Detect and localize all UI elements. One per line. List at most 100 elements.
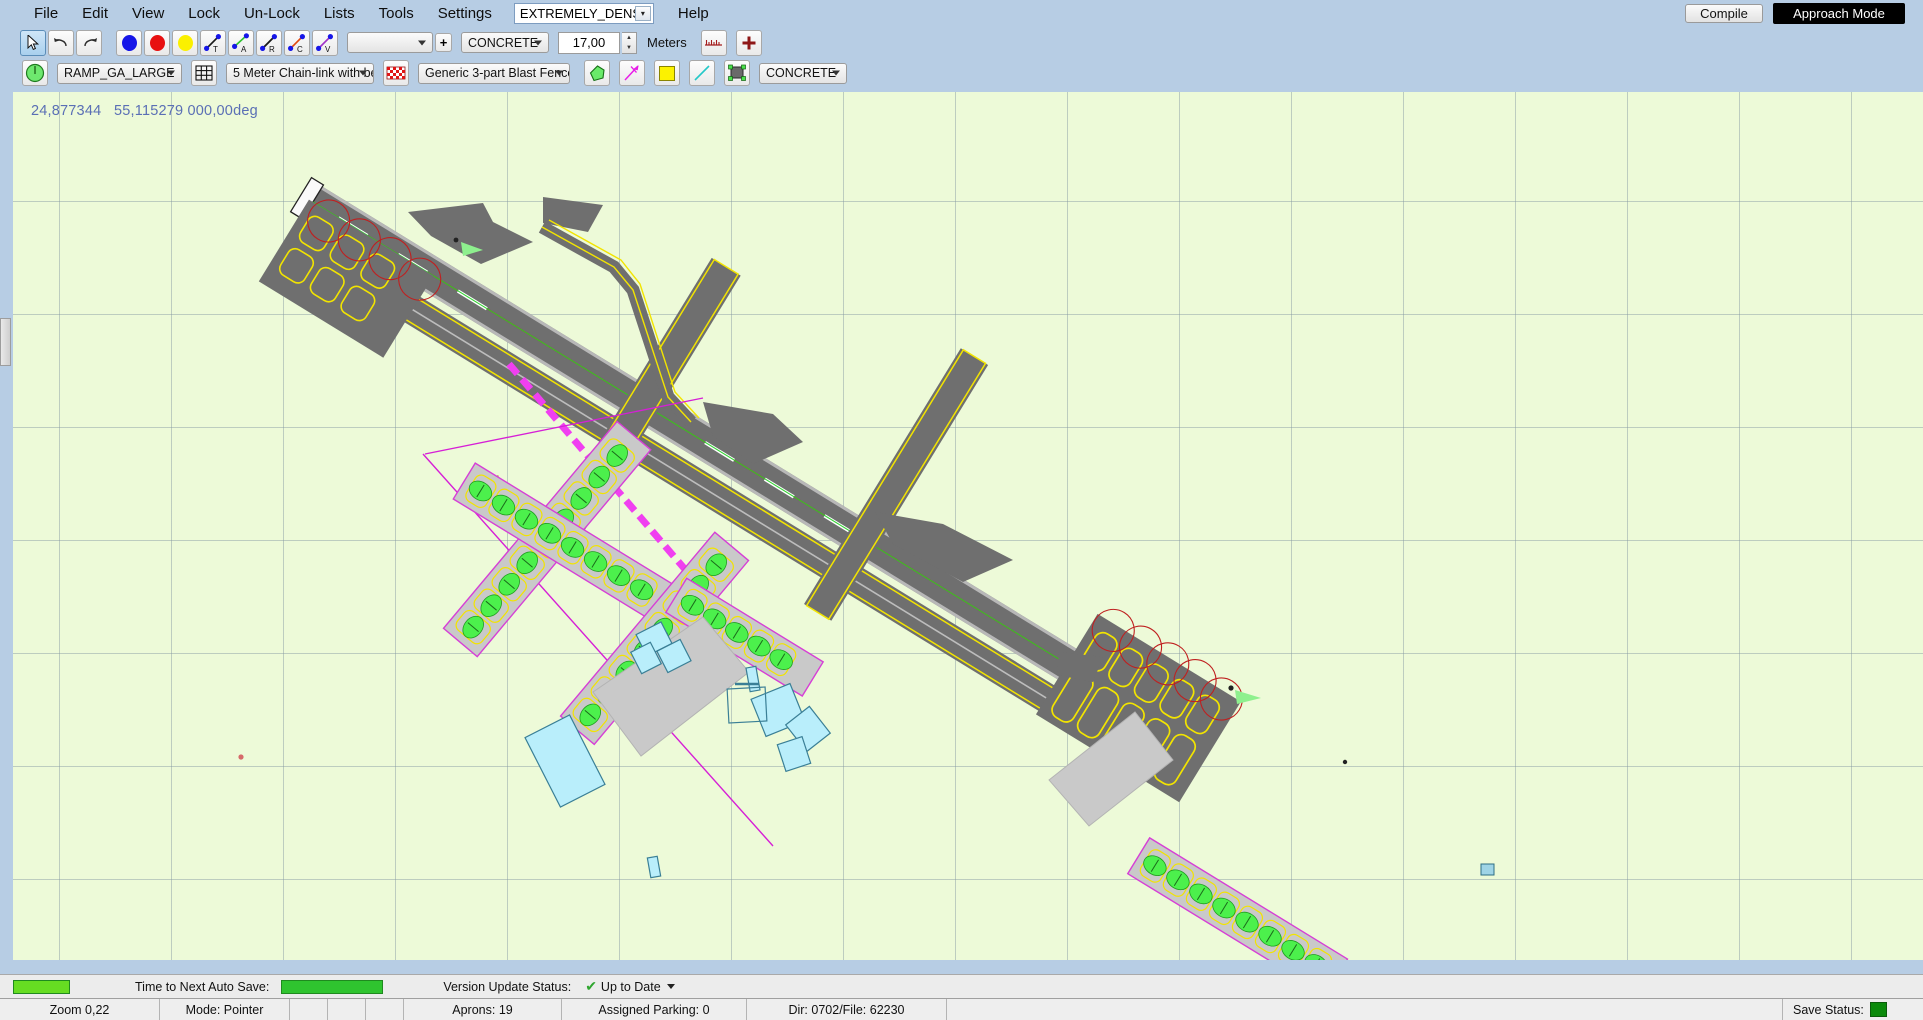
link-name-combo[interactable]	[347, 32, 433, 53]
undo-button[interactable]	[48, 29, 74, 56]
red-node-tool-button[interactable]	[144, 29, 170, 56]
vertical-scrollbar-thumb[interactable]	[0, 318, 11, 366]
fill-square-tool-button[interactable]	[654, 60, 680, 86]
autosave-progress-bar	[281, 979, 384, 994]
toolbars: T A R C V + CONCRETE 17,00 ▲ ▼ Meters RA…	[0, 27, 1923, 90]
ruler-icon	[705, 39, 723, 46]
link-tool-c-button[interactable]: C	[284, 29, 310, 56]
select-box-icon	[728, 64, 746, 81]
line-tool-button[interactable]	[689, 60, 715, 86]
autosave-label: Time to Next Auto Save:	[135, 979, 270, 994]
link-tool-a-button[interactable]: A	[228, 29, 254, 56]
stepper-down-icon[interactable]: ▼	[622, 43, 636, 53]
fence-type-combo[interactable]: 5 Meter Chain-link with be	[226, 62, 374, 84]
yellow-node-tool-button[interactable]	[172, 29, 198, 56]
approach-mode-button[interactable]: Approach Mode	[1773, 3, 1905, 24]
svg-text:T: T	[213, 45, 218, 54]
autosave-progress-segment	[0, 975, 80, 998]
link-tool-v-button[interactable]: V	[312, 29, 338, 56]
link-t-icon: T	[204, 33, 221, 54]
menu-lock[interactable]: Lock	[176, 2, 232, 25]
yellow-node-icon	[177, 34, 193, 51]
blue-node-tool-button[interactable]	[116, 29, 142, 56]
status-aprons: Aprons: 19	[404, 999, 562, 1020]
width-input[interactable]: 17,00	[558, 31, 620, 54]
surface-type-2-value: CONCRETE	[766, 66, 837, 80]
menu-unlock[interactable]: Un-Lock	[232, 2, 312, 25]
redo-button[interactable]	[76, 29, 102, 56]
menu-tools[interactable]: Tools	[367, 2, 426, 25]
ga-apron-southeast	[1126, 836, 1349, 960]
fence-type-value: 5 Meter Chain-link with be	[233, 66, 374, 80]
polygon-tool-button[interactable]	[584, 60, 610, 86]
link-v-icon: V	[316, 33, 333, 54]
link-tool-r-button[interactable]: R	[256, 29, 282, 56]
status-spacer-3	[366, 999, 404, 1020]
chevron-down-icon[interactable]: ▾	[634, 6, 651, 21]
menu-view[interactable]: View	[120, 2, 176, 25]
teal-line-icon	[694, 65, 710, 81]
chevron-down-icon[interactable]	[666, 984, 675, 989]
add-link-button[interactable]: +	[435, 33, 452, 52]
svg-text:A: A	[241, 45, 247, 54]
status-spacer-4	[947, 999, 1783, 1020]
chevron-down-icon	[555, 70, 563, 76]
check-icon: ✔	[585, 978, 597, 994]
ruler-tool-button[interactable]	[700, 29, 727, 56]
link-c-icon: C	[288, 33, 305, 54]
version-status-value: Up to Date	[600, 979, 661, 994]
toolbar-row-2: RAMP_GA_LARGE 5 Meter Chain-link with be	[0, 58, 1923, 88]
status-dir-file: Dir: 0702/File: 62230	[747, 999, 947, 1020]
vector-tool-button[interactable]	[619, 60, 645, 86]
status-bar: Zoom 0,22 Mode: Pointer Aprons: 19 Assig…	[0, 998, 1923, 1020]
compass-tool-button[interactable]	[22, 60, 48, 86]
width-units-label: Meters	[647, 35, 687, 50]
svg-text:V: V	[325, 45, 331, 54]
link-r-icon: R	[260, 33, 277, 54]
compile-button[interactable]: Compile	[1685, 4, 1763, 23]
application-window: File Edit View Lock Un-Lock Lists Tools …	[0, 0, 1923, 1020]
chevron-down-icon	[359, 70, 367, 76]
airport-design-canvas[interactable]: 24,877344 55,115279 000,00deg	[13, 92, 1923, 960]
link-tool-t-button[interactable]: T	[200, 29, 226, 56]
grid-tool-button[interactable]	[191, 60, 217, 86]
toolbar-row-1: T A R C V + CONCRETE 17,00 ▲ ▼ Meters	[0, 27, 1923, 58]
canvas-container: 24,877344 55,115279 000,00deg	[0, 90, 1923, 974]
checkerboard-tool-button[interactable]	[383, 60, 409, 86]
pointer-tool-button[interactable]	[20, 29, 46, 56]
surface-type-value: CONCRETE	[468, 35, 539, 50]
stepper-up-icon[interactable]: ▲	[622, 33, 636, 43]
add-object-button[interactable]	[735, 29, 762, 56]
status-spacer-2	[328, 999, 366, 1020]
chevron-down-icon	[832, 70, 840, 76]
surface-type-combo[interactable]: CONCRETE	[461, 32, 549, 53]
status-assigned-parking: Assigned Parking: 0	[562, 999, 747, 1020]
checkerboard-icon	[386, 66, 406, 80]
compass-icon	[25, 63, 45, 83]
chevron-down-icon	[418, 40, 426, 45]
status-mode: Mode: Pointer	[160, 999, 290, 1020]
version-update-status-label: Version Update Status:	[443, 979, 572, 994]
svg-text:C: C	[297, 45, 303, 54]
redo-icon	[83, 38, 97, 47]
status-zoom: Zoom 0,22	[0, 999, 160, 1020]
menu-file[interactable]: File	[22, 2, 70, 25]
parking-type-combo[interactable]: RAMP_GA_LARGE	[57, 62, 182, 84]
surface-type-2-combo[interactable]: CONCRETE	[759, 62, 847, 84]
magenta-arrow-icon	[624, 65, 639, 81]
width-value: 17,00	[572, 35, 606, 50]
menu-edit[interactable]: Edit	[70, 2, 120, 25]
density-preset-select[interactable]: EXTREMELY_DENSE ▾	[513, 3, 654, 24]
width-stepper[interactable]: ▲ ▼	[622, 31, 637, 54]
status-spacer-1	[290, 999, 328, 1020]
blast-fence-combo[interactable]: Generic 3-part Blast Fence	[418, 62, 570, 84]
select-box-tool-button[interactable]	[724, 60, 750, 86]
menu-settings[interactable]: Settings	[426, 2, 504, 25]
status-save: Save Status:	[1783, 999, 1923, 1020]
menu-lists[interactable]: Lists	[312, 2, 367, 25]
menu-help[interactable]: Help	[666, 2, 721, 25]
green-polygon-icon	[589, 64, 605, 81]
density-preset-value: EXTREMELY_DENSE	[519, 6, 650, 21]
blue-node-icon	[121, 34, 137, 51]
menu-bar: File Edit View Lock Un-Lock Lists Tools …	[0, 0, 1923, 86]
